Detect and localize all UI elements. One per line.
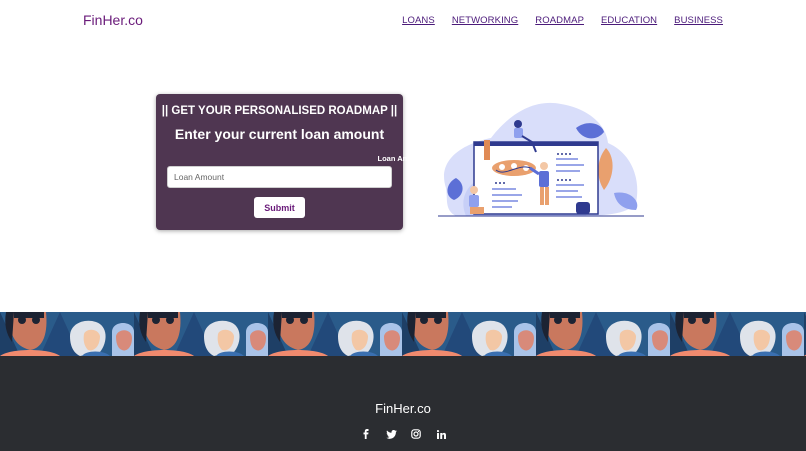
form-heading: || GET YOUR PERSONALISED ROADMAP || xyxy=(161,105,398,117)
submit-button[interactable]: Submit xyxy=(254,197,305,218)
footer: FinHer.co xyxy=(0,356,806,451)
social-links xyxy=(360,428,447,440)
nav-link-loans[interactable]: LOANS xyxy=(402,15,435,26)
women-pattern-banner xyxy=(0,312,806,356)
loan-amount-input[interactable] xyxy=(167,166,392,188)
nav-link-networking[interactable]: NETWORKING xyxy=(452,15,518,26)
brand-logo-link[interactable]: FinHer.co xyxy=(83,12,143,28)
loan-form-card: || GET YOUR PERSONALISED ROADMAP || Ente… xyxy=(156,94,428,230)
roadmap-illustration xyxy=(436,98,648,222)
twitter-icon[interactable] xyxy=(385,428,397,440)
nav-link-roadmap[interactable]: ROADMAP xyxy=(535,15,584,26)
facebook-icon[interactable] xyxy=(360,428,372,440)
roadmap-planning-illustration xyxy=(438,102,644,217)
navbar: FinHer.co LOANS NETWORKING ROADMAP EDUCA… xyxy=(0,0,806,42)
linkedin-icon[interactable] xyxy=(435,428,447,440)
instagram-icon[interactable] xyxy=(410,428,422,440)
women-faces-pattern-image xyxy=(0,312,806,356)
nav-link-education[interactable]: EDUCATION xyxy=(601,15,657,26)
main-nav: LOANS NETWORKING ROADMAP EDUCATION BUSIN… xyxy=(402,15,723,26)
footer-brand: FinHer.co xyxy=(375,401,431,416)
form-title: Enter your current loan amount xyxy=(174,126,385,142)
nav-link-business[interactable]: BUSINESS xyxy=(674,15,723,26)
